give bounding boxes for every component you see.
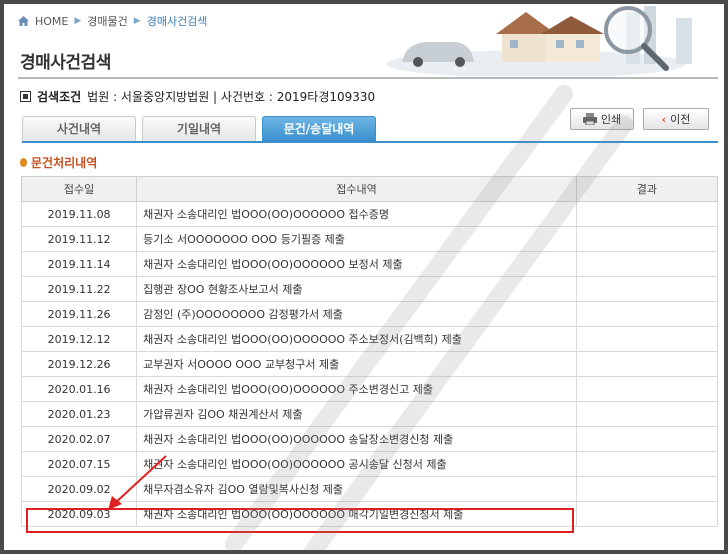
breadcrumb-home[interactable]: HOME <box>35 15 68 28</box>
cell-result <box>575 351 719 377</box>
square-bullet-icon <box>20 91 31 102</box>
table-row: 2019.11.26 감정인 (주)OOOOOOOO 감정평가서 제출 <box>20 301 719 327</box>
cell-date: 2019.11.14 <box>20 251 138 277</box>
table-header-row: 접수일 접수내역 결과 <box>20 176 719 202</box>
home-icon <box>18 16 29 26</box>
section-bullet-icon <box>20 158 27 167</box>
cell-result <box>575 226 719 252</box>
cell-content: 채권자 소송대리인 법OOO(OO)OOOOOO 주소보정서(김백희) 제출 <box>136 326 577 352</box>
tab-schedule[interactable]: 기일내역 <box>142 116 256 141</box>
cell-content: 집행관 장OO 현황조사보고서 제출 <box>136 276 577 302</box>
breadcrumb-current: 경매사건검색 <box>146 15 208 28</box>
tab-underline <box>22 141 718 143</box>
breadcrumb-auction-items[interactable]: 경매물건 <box>87 13 127 29</box>
page-title: 경매사건검색 <box>20 53 111 73</box>
cell-content: 채권자 소송대리인 법OOO(OO)OOOOOO 접수증명 <box>136 201 577 227</box>
cell-content: 교부권자 서OOOO OOO 교부청구서 제출 <box>136 351 577 377</box>
cell-date: 2019.11.12 <box>20 226 138 252</box>
cell-result <box>575 451 719 477</box>
cell-content: 채권자 소송대리인 법OOO(OO)OOOOOO 보정서 제출 <box>136 251 577 277</box>
cell-date: 2019.11.22 <box>20 276 138 302</box>
house-magnifier-illustration <box>376 4 724 76</box>
title-divider <box>18 77 718 79</box>
table-row: 2019.11.22 집행관 장OO 현황조사보고서 제출 <box>20 276 719 302</box>
tab-case-details[interactable]: 사건내역 <box>22 116 136 141</box>
cell-result <box>575 276 719 302</box>
section-title-label: 문건처리내역 <box>31 156 98 170</box>
page-frame: HOME ▶ 경매물건 ▶ 경매사건검색 경매사건검색 검색조건 법원 : 서울… <box>4 4 724 550</box>
tab-documents-delivery[interactable]: 문건/송달내역 <box>262 116 376 141</box>
cell-result <box>575 401 719 427</box>
back-button[interactable]: ‹ 이전 <box>643 108 709 130</box>
table-row: 2020.01.23 가압류권자 김OO 채권계산서 제출 <box>20 401 719 427</box>
cell-date: 2019.12.26 <box>20 351 138 377</box>
cell-content: 가압류권자 김OO 채권계산서 제출 <box>136 401 577 427</box>
cell-result <box>575 501 719 527</box>
breadcrumb-separator-icon: ▶ <box>74 16 82 26</box>
print-button-label: 인쇄 <box>600 113 622 126</box>
cell-date: 2020.02.07 <box>20 426 138 452</box>
section-title: 문건처리내역 <box>20 154 97 171</box>
cell-content: 채권자 소송대리인 법OOO(OO)OOOOOO 주소변경신고 제출 <box>136 376 577 402</box>
table-row: 2020.01.16 채권자 소송대리인 법OOO(OO)OOOOOO 주소변경신… <box>20 376 719 402</box>
cell-content: 채권자 소송대리인 법OOO(OO)OOOOOO 공시송달 신청서 제출 <box>136 451 577 477</box>
cell-date: 2020.01.23 <box>20 401 138 427</box>
column-header-result: 결과 <box>575 176 719 202</box>
table-row: 2019.11.14 채권자 소송대리인 법OOO(OO)OOOOOO 보정서 제… <box>20 251 719 277</box>
search-condition-label: 검색조건 <box>37 90 82 104</box>
column-header-date: 접수일 <box>20 176 138 202</box>
table-row: 2019.12.12 채권자 소송대리인 법OOO(OO)OOOOOO 주소보정서… <box>20 326 719 352</box>
search-condition: 검색조건 법원 : 서울중앙지방법원 | 사건번호 : 2019타경109330 <box>20 88 375 105</box>
breadcrumb-separator-icon: ▶ <box>133 16 141 26</box>
cell-result <box>575 301 719 327</box>
table-row: 2020.02.07 채권자 소송대리인 법OOO(OO)OOOOOO 송달장소변… <box>20 426 719 452</box>
cell-result <box>575 201 719 227</box>
cell-content: 채권자 소송대리인 법OOO(OO)OOOOOO 송달장소변경신청 제출 <box>136 426 577 452</box>
cell-result <box>575 376 719 402</box>
chevron-left-icon: ‹ <box>661 112 667 126</box>
tab-bar: 사건내역 기일내역 문건/송달내역 <box>22 116 376 141</box>
cell-result <box>575 251 719 277</box>
cell-date: 2019.11.26 <box>20 301 138 327</box>
search-condition-text: 법원 : 서울중앙지방법원 | 사건번호 : 2019타경109330 <box>87 90 376 104</box>
cell-date: 2019.12.12 <box>20 326 138 352</box>
print-button[interactable]: 인쇄 <box>570 108 634 130</box>
table-row: 2019.11.08 채권자 소송대리인 법OOO(OO)OOOOOO 접수증명 <box>20 201 719 227</box>
breadcrumb: HOME ▶ 경매물건 ▶ 경매사건검색 <box>18 13 207 29</box>
table-row: 2019.12.26 교부권자 서OOOO OOO 교부청구서 제출 <box>20 351 719 377</box>
printer-icon <box>582 113 597 125</box>
cell-content: 등기소 서OOOOOOO OOO 등기필증 제출 <box>136 226 577 252</box>
cell-date: 2020.01.16 <box>20 376 138 402</box>
cell-result <box>575 426 719 452</box>
cell-date: 2019.11.08 <box>20 201 138 227</box>
red-arrow-annotation <box>108 455 167 510</box>
back-button-label: 이전 <box>670 113 691 126</box>
cell-content: 감정인 (주)OOOOOOOO 감정평가서 제출 <box>136 301 577 327</box>
cell-result <box>575 476 719 502</box>
cell-result <box>575 326 719 352</box>
cell-content: 채무자겸소유자 김OO 열람및복사신청 제출 <box>136 476 577 502</box>
table-row: 2019.11.12 등기소 서OOOOOOO OOO 등기필증 제출 <box>20 226 719 252</box>
column-header-content: 접수내역 <box>136 176 577 202</box>
